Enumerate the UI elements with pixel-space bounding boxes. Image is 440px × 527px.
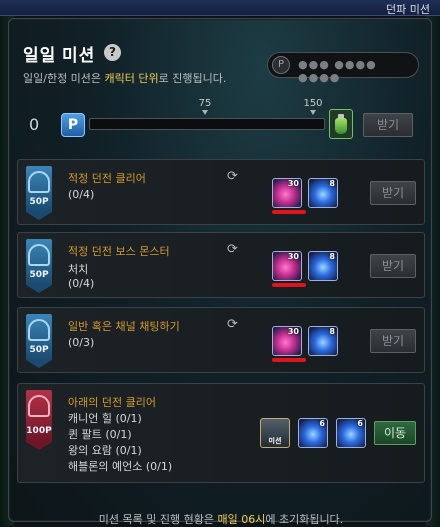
mission-dungeon-item: 퀸 팔트 (0/1) xyxy=(68,428,132,441)
mission-card: 50P 적정 던전 클리어 (0/4) ⟳ 30 8 받기 xyxy=(17,159,425,225)
subtitle-text-end: 로 진행됩니다. xyxy=(158,72,227,85)
subtitle-text: 일일/한정 미션은 xyxy=(23,72,105,85)
mission-dungeon-item: 캐니언 힐 (0/1) xyxy=(68,412,142,425)
reward-count: 30 xyxy=(287,327,299,336)
mission-progress: (0/4) xyxy=(68,277,95,290)
mission-points-badge: 100P xyxy=(26,390,52,450)
reward-count: 6 xyxy=(357,419,363,428)
app-titlebar: 던파 미션 xyxy=(0,0,440,16)
claim-mission-button[interactable]: 받기 xyxy=(370,181,416,205)
dungeon-gate-icon xyxy=(28,395,50,417)
mission-points-badge: 50P xyxy=(26,239,52,293)
reset-notice: 미션 목록 및 진행 현황은 매일 06시에 초기화됩니다. xyxy=(9,511,433,527)
window-title: 일일 미션 xyxy=(23,46,96,65)
progress-marker-label: 75 xyxy=(198,98,212,109)
reward-item-slot[interactable]: 8 xyxy=(308,178,338,208)
mission-title: 적정 던전 클리어 xyxy=(68,172,146,185)
progress-marker-tick xyxy=(310,110,316,115)
mission-card: 50P 일반 혹은 채널 채팅하기 (0/3) ⟳ 30 8 받기 xyxy=(17,307,425,373)
mission-detail: 처치 xyxy=(68,263,89,276)
refresh-icon[interactable]: ⟳ xyxy=(227,169,238,184)
claim-mission-button[interactable]: 받기 xyxy=(370,329,416,353)
reward-count: 6 xyxy=(319,419,325,428)
mission-points: 100P xyxy=(26,426,52,436)
mission-points-badge: 50P xyxy=(26,314,52,368)
reward-item-slot[interactable]: 30 xyxy=(272,326,302,356)
mission-progress: (0/4) xyxy=(68,188,95,201)
mission-points: 50P xyxy=(29,345,49,355)
reset-time: 매일 06시 xyxy=(217,513,266,526)
daily-mission-window: 일일 미션 ? 일일/한정 미션은 캐릭터 단위로 진행됩니다. P ●●● ●… xyxy=(8,18,432,526)
reset-notice-text: 미션 목록 및 진행 현황은 xyxy=(98,513,218,526)
reward-count: 30 xyxy=(287,179,299,188)
coupon-icon: P xyxy=(272,56,290,74)
reset-notice-text-end: 에 초기화됩니다. xyxy=(265,513,344,526)
refresh-icon[interactable]: ⟳ xyxy=(227,317,238,332)
reward-count: 8 xyxy=(329,327,335,336)
mission-points: 50P xyxy=(29,197,49,207)
question-icon[interactable]: ? xyxy=(104,44,121,61)
points-value: 0 xyxy=(29,115,40,134)
mission-progress: (0/3) xyxy=(68,336,95,349)
boss-crest-icon xyxy=(28,244,50,266)
mission-card: 100P 아래의 던전 클리어 캐니언 힐 (0/1) 퀸 팔트 (0/1) 왕… xyxy=(17,383,425,483)
mission-title: 일반 혹은 채널 채팅하기 xyxy=(68,320,180,333)
progress-marker-label: 150 xyxy=(303,98,323,109)
coupon-placeholder: ●●● ●●●● ●●●● xyxy=(298,58,377,84)
reward-item-slot[interactable]: 30 xyxy=(272,178,302,208)
mission-card: 50P 적정 던전 보스 몬스터 처치 (0/4) ⟳ 30 8 받기 xyxy=(17,232,425,298)
window-subtitle: 일일/한정 미션은 캐릭터 단위로 진행됩니다. xyxy=(23,70,226,86)
dungeon-gate-icon xyxy=(28,171,50,193)
reward-item-slot[interactable]: 6 xyxy=(336,418,366,448)
gear-icon xyxy=(28,319,50,341)
claim-mission-button[interactable]: 받기 xyxy=(370,254,416,278)
coupon-input[interactable]: P ●●● ●●●● ●●●● xyxy=(267,52,419,84)
refresh-icon[interactable]: ⟳ xyxy=(227,242,238,257)
app-title: 던파 미션 xyxy=(386,3,430,16)
mission-title: 적정 던전 보스 몬스터 xyxy=(68,245,170,258)
reward-item-slot[interactable]: 30 xyxy=(272,251,302,281)
points-progress-bar xyxy=(89,118,325,130)
mission-points: 50P xyxy=(29,270,49,280)
reward-item-slot[interactable]: 6 xyxy=(298,418,328,448)
reward-item-slot[interactable]: 미션 xyxy=(260,418,290,448)
subtitle-highlight: 캐릭터 단위 xyxy=(104,72,159,85)
potion-icon xyxy=(335,118,347,134)
reward-item-slot[interactable]: 8 xyxy=(308,251,338,281)
progress-reward-icon[interactable] xyxy=(329,109,353,139)
reward-count: 8 xyxy=(329,252,335,261)
mission-points-badge: 50P xyxy=(26,166,52,220)
reward-tag: 미션 xyxy=(268,437,282,445)
annotation-underline xyxy=(272,283,306,287)
move-button[interactable]: 이동 xyxy=(374,421,416,445)
reward-count: 30 xyxy=(287,252,299,261)
mission-dungeon-item: 해블론의 예언소 (0/1) xyxy=(68,460,173,473)
annotation-underline xyxy=(272,210,306,214)
annotation-underline xyxy=(272,358,306,362)
progress-marker-tick xyxy=(202,110,208,115)
points-icon: P xyxy=(61,113,85,137)
claim-progress-button[interactable]: 받기 xyxy=(363,113,413,137)
reward-item-slot[interactable]: 8 xyxy=(308,326,338,356)
reward-count: 8 xyxy=(329,179,335,188)
mission-title: 아래의 던전 클리어 xyxy=(68,396,156,409)
mission-dungeon-item: 왕의 요람 (0/1) xyxy=(68,444,142,457)
